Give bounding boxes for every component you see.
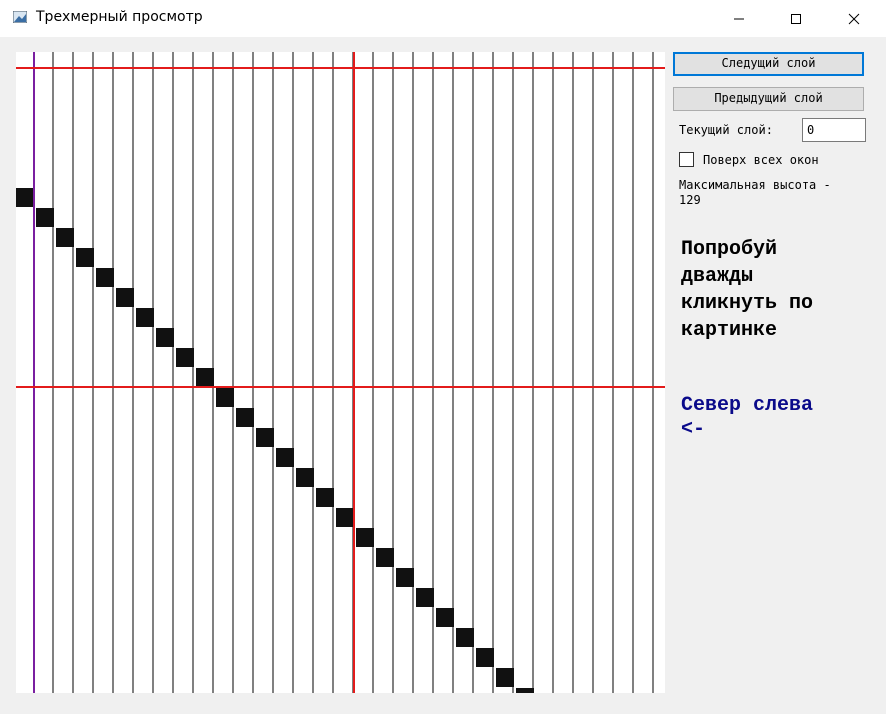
app-icon bbox=[13, 11, 27, 23]
voxel-block bbox=[36, 208, 54, 227]
voxel-block bbox=[176, 348, 194, 367]
voxel-block bbox=[16, 188, 34, 207]
voxel-block bbox=[116, 288, 134, 307]
voxel-block bbox=[316, 488, 334, 507]
voxel-block bbox=[396, 568, 414, 587]
current-layer-label: Текущий слой: bbox=[679, 123, 773, 137]
north-direction-hint: Север слева <- bbox=[681, 394, 814, 441]
maximize-button[interactable] bbox=[773, 0, 819, 37]
voxel-block bbox=[216, 388, 234, 407]
voxel-block bbox=[456, 628, 474, 647]
voxel-block bbox=[256, 428, 274, 447]
voxel-block bbox=[376, 548, 394, 567]
voxel-block bbox=[476, 648, 494, 667]
voxel-block bbox=[336, 508, 354, 527]
voxel-block bbox=[416, 588, 434, 607]
maximize-icon bbox=[791, 13, 801, 24]
topmost-checkbox[interactable] bbox=[679, 152, 694, 167]
layer-view-canvas[interactable] bbox=[16, 52, 665, 693]
layer-grid[interactable] bbox=[16, 52, 665, 693]
next-layer-button[interactable]: Следущий слой bbox=[673, 52, 864, 76]
voxel-block bbox=[236, 408, 254, 427]
close-icon bbox=[848, 13, 860, 24]
voxel-block bbox=[356, 528, 374, 547]
close-button[interactable] bbox=[831, 0, 877, 37]
voxel-block bbox=[196, 368, 214, 387]
voxel-block bbox=[136, 308, 154, 327]
window-title: Трехмерный просмотр bbox=[36, 9, 203, 25]
double-click-hint: Попробуй дважды кликнуть по картинке bbox=[681, 238, 814, 342]
current-layer-field[interactable] bbox=[802, 118, 866, 142]
minimize-icon bbox=[734, 18, 744, 19]
voxel-block bbox=[496, 668, 514, 687]
max-height-text: Максимальная высота - 129 bbox=[679, 178, 831, 207]
topmost-label: Поверх всех окон bbox=[703, 153, 819, 167]
prev-layer-button[interactable]: Предыдущий слой bbox=[673, 87, 864, 111]
voxel-block bbox=[56, 228, 74, 247]
title-bar: Трехмерный просмотр bbox=[0, 0, 886, 37]
minimize-button[interactable] bbox=[716, 0, 762, 37]
voxel-block bbox=[296, 468, 314, 487]
voxel-block bbox=[76, 248, 94, 267]
voxel-block bbox=[276, 448, 294, 467]
voxel-block bbox=[436, 608, 454, 627]
voxel-block bbox=[516, 688, 534, 693]
voxel-block bbox=[156, 328, 174, 347]
voxel-block bbox=[96, 268, 114, 287]
